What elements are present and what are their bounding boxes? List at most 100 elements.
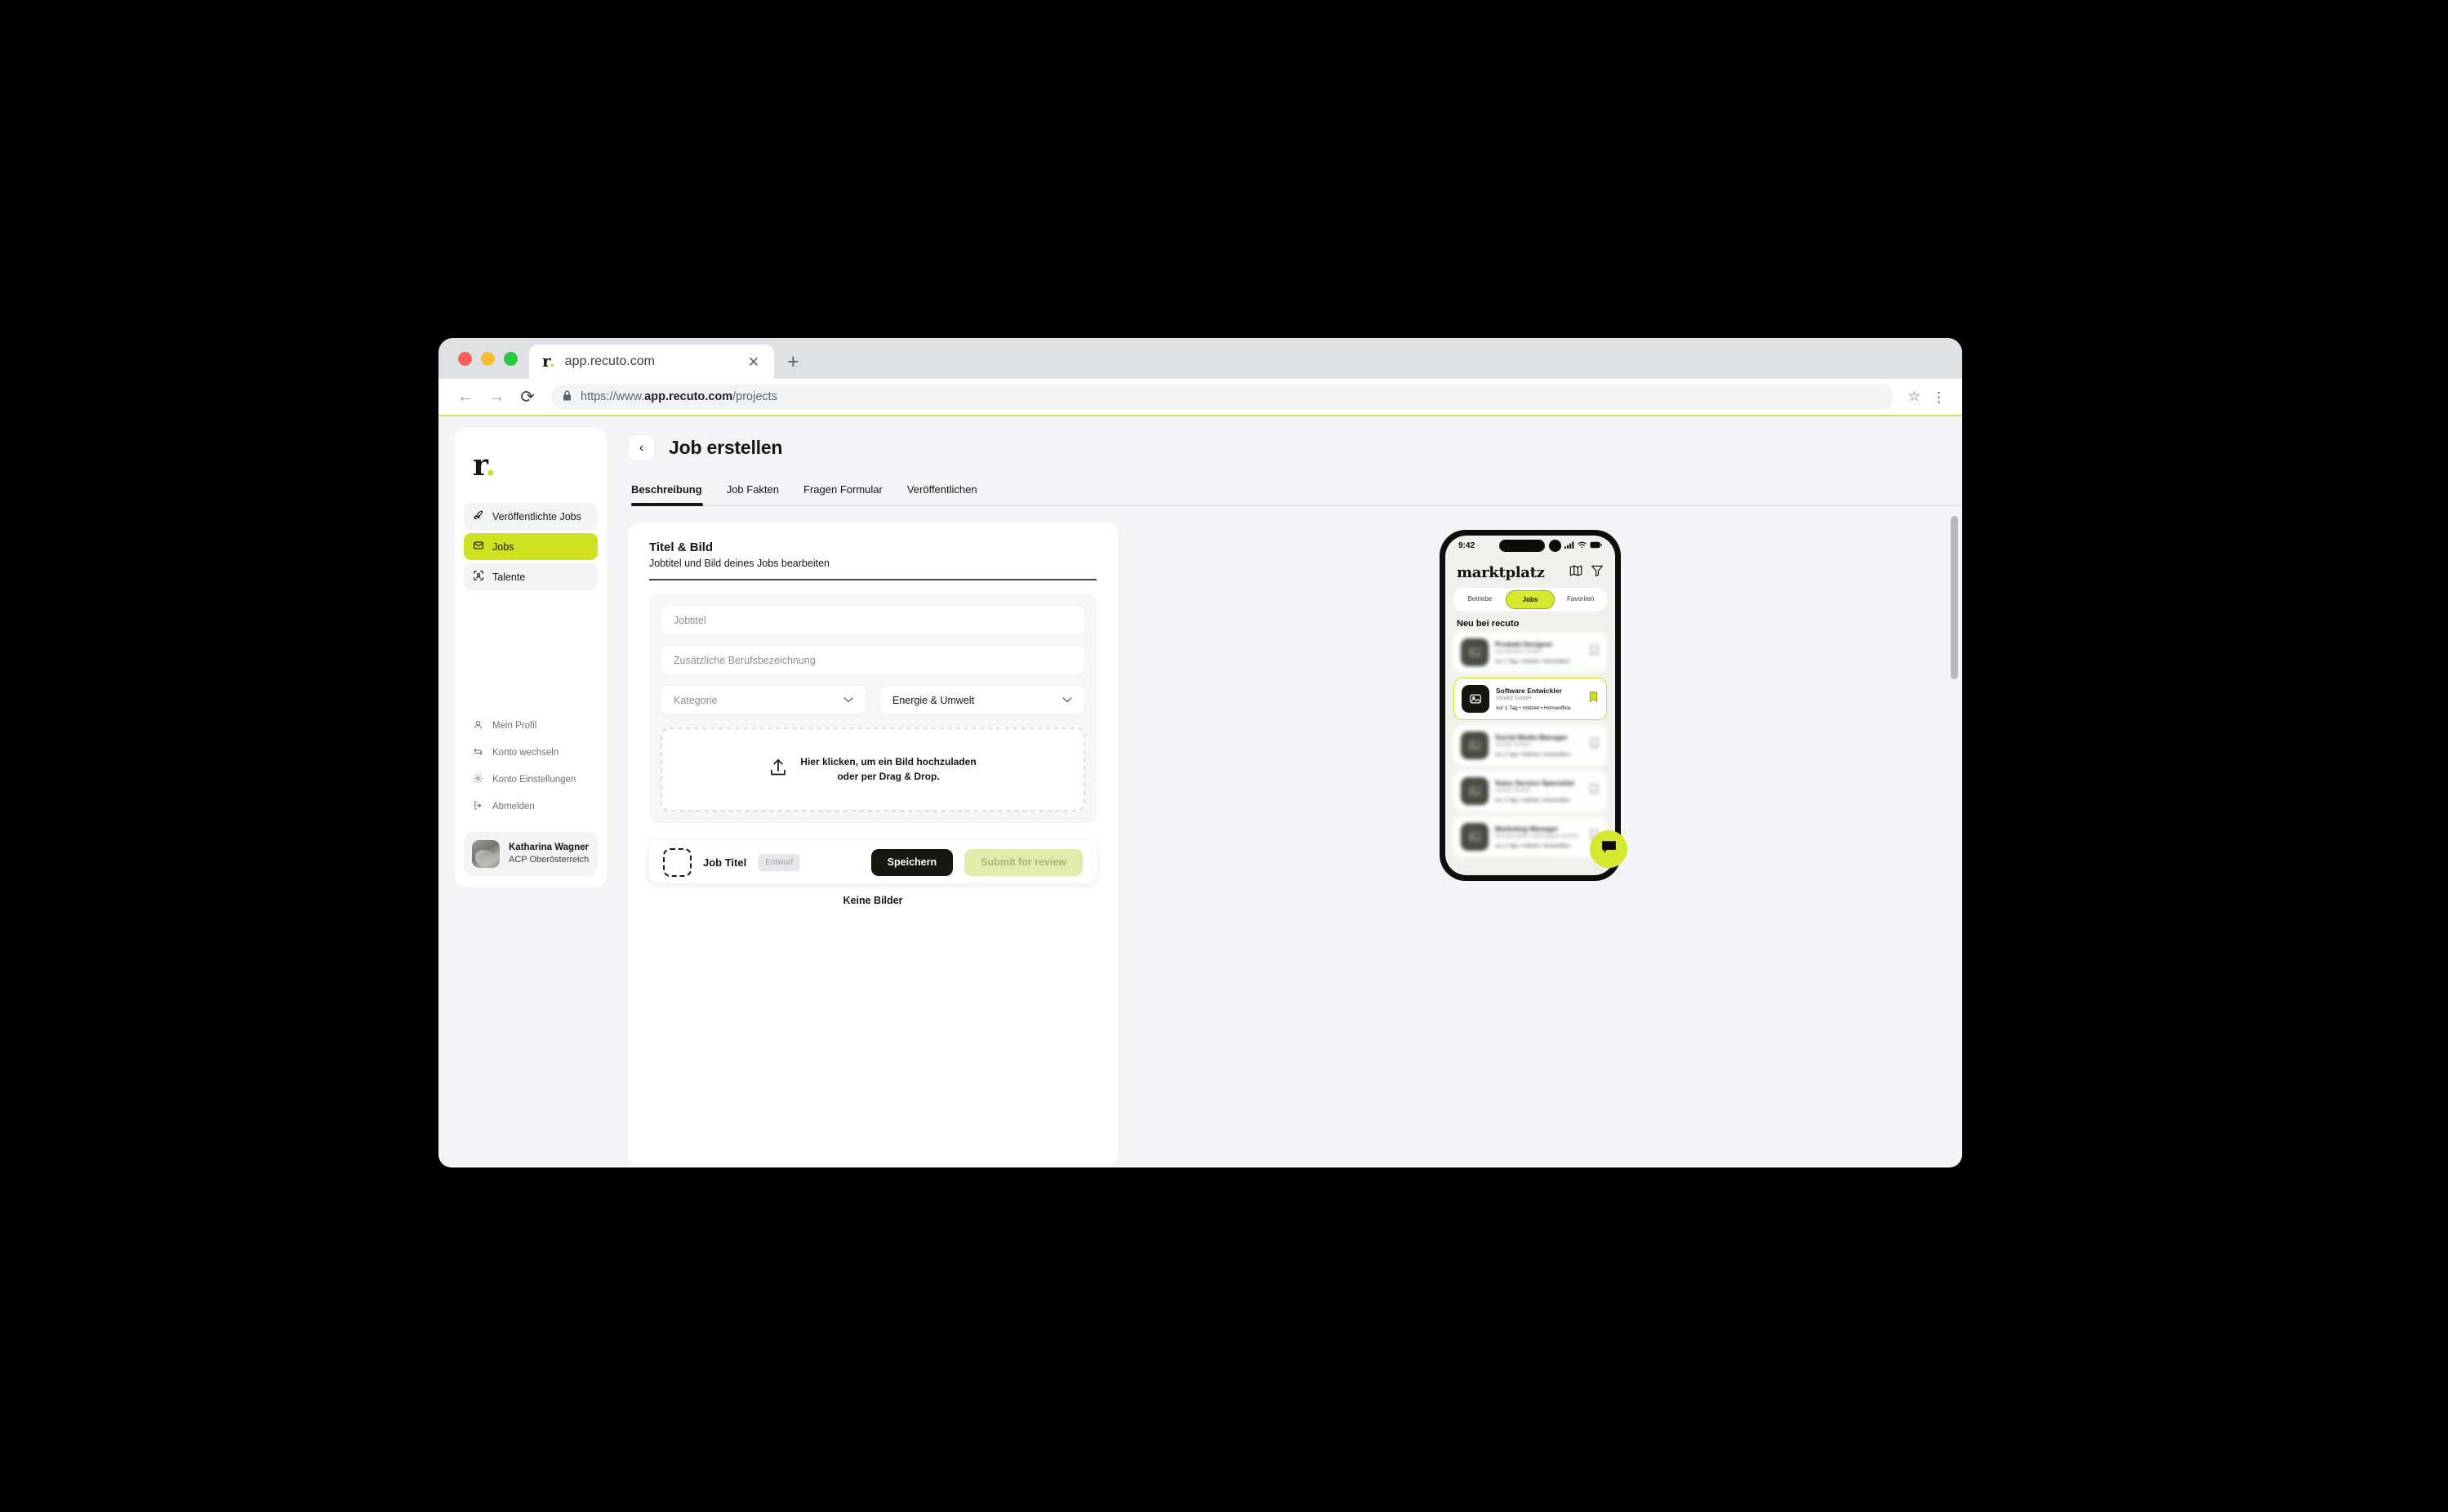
close-window-button[interactable] <box>458 351 472 366</box>
image-dropzone[interactable]: Hier klicken, um ein Bild hochzuladen od… <box>661 727 1085 812</box>
job-company: vondot GmbH <box>1495 742 1531 748</box>
chevron-down-icon <box>1062 696 1072 705</box>
segment-favoriten[interactable]: Favoriten <box>1556 590 1605 609</box>
page-tabs: Beschreibung Job Fakten Fragen Formular … <box>628 461 1962 506</box>
tab-job-fakten[interactable]: Job Fakten <box>727 483 779 506</box>
list-item[interactable]: Marketing Manager Wundersoftly Lebenspar… <box>1453 816 1607 857</box>
job-thumbnail-placeholder[interactable] <box>663 847 692 877</box>
main-content: ‹ Job erstellen Beschreibung Job Fakten … <box>607 416 1962 1166</box>
battery-icon <box>1590 541 1602 551</box>
phone-preview: 9:42 marktplatz Betriebe Jobs Favoriten … <box>1440 530 1627 881</box>
chevron-down-icon <box>843 696 853 705</box>
job-meta: vor 1 Tag • Vollzeit • Homeoffice <box>1495 752 1570 758</box>
job-title: Marketing Manager <box>1495 825 1559 833</box>
status-time: 9:42 <box>1458 541 1475 550</box>
job-meta: vor 1 Tag • Vollzeit • Homeoffice <box>1496 705 1571 711</box>
phone-app-bar: marktplatz <box>1445 556 1615 586</box>
job-meta: vor 1 Tag • Vollzeit • Homeoffice <box>1495 659 1570 665</box>
list-item[interactable]: Social Media Manager vondot GmbH vor 1 T… <box>1453 725 1607 766</box>
sidebar-item-konto-wechseln[interactable]: Konto wechseln <box>473 746 598 759</box>
job-thumbnail <box>1461 823 1489 851</box>
address-bar[interactable]: https://www.app.recuto.com/projects <box>551 385 1894 409</box>
job-title: Sales Service Specialist <box>1495 779 1574 787</box>
additional-job-title-input[interactable]: Zusätzliche Berufsbezeichnung <box>661 645 1085 675</box>
close-tab-icon[interactable]: ✕ <box>745 354 763 371</box>
page-scrollbar[interactable] <box>1951 516 1958 679</box>
new-tab-icon[interactable]: + <box>774 352 811 379</box>
inbox-icon <box>473 540 484 554</box>
back-icon[interactable]: ← <box>450 381 481 412</box>
sidebar-account-nav: Mein Profil Konto wechseln Konto Einstel… <box>455 719 607 813</box>
recuto-favicon: r. <box>542 351 555 371</box>
job-title-input[interactable]: Jobtitel <box>661 605 1085 635</box>
sidebar-subitem-label: Konto Einstellungen <box>492 775 576 785</box>
sidebar-item-veroeffentlichte-jobs[interactable]: Veröffentlichte Jobs <box>464 503 598 530</box>
segment-jobs[interactable]: Jobs <box>1505 590 1556 609</box>
maximize-window-button[interactable] <box>504 351 518 366</box>
tab-veroeffentlichen[interactable]: Veröffentlichen <box>907 483 977 506</box>
forward-icon[interactable]: → <box>481 381 512 412</box>
user-icon <box>473 719 483 732</box>
category-select[interactable]: Kategorie <box>661 685 866 715</box>
sidebar-item-mein-profil[interactable]: Mein Profil <box>473 719 598 732</box>
sidebar-subitem-label: Mein Profil <box>492 721 537 731</box>
upload-icon <box>769 758 787 781</box>
sidebar-item-talente[interactable]: Talente <box>464 563 598 590</box>
gear-icon <box>473 773 483 786</box>
sidebar: r. Veröffentlichte Jobs Jobs Talente Mei… <box>455 428 607 887</box>
phone-section-title: Neu bei recuto <box>1457 619 1520 629</box>
list-item[interactable]: Sales Service Specialist vondot GmbH vor… <box>1453 771 1607 812</box>
tab-fragen-formular[interactable]: Fragen Formular <box>803 483 883 506</box>
bookmark-star-icon[interactable]: ☆ <box>1902 389 1927 405</box>
bookmark-icon[interactable] <box>1589 737 1600 754</box>
sidebar-nav: Veröffentlichte Jobs Jobs Talente <box>455 503 607 590</box>
reload-icon[interactable]: ⟳ <box>512 381 543 412</box>
chat-bubble-icon <box>1600 838 1618 860</box>
user-organization: ACP Oberösterreich <box>509 855 590 865</box>
page-title: Job erstellen <box>669 437 783 458</box>
save-button[interactable]: Speichern <box>870 848 954 876</box>
bookmark-icon[interactable] <box>1589 644 1600 660</box>
browser-menu-icon[interactable]: ⋮ <box>1927 390 1951 404</box>
status-badge: Entwurf <box>758 853 801 871</box>
form-panel: Jobtitel Zusätzliche Berufsbezeichnung K… <box>649 594 1097 823</box>
browser-tab[interactable]: r. app.recuto.com ✕ <box>529 345 774 379</box>
industry-select[interactable]: Energie & Umwelt <box>879 685 1085 715</box>
sidebar-item-konto-einstellungen[interactable]: Konto Einstellungen <box>473 773 598 786</box>
chat-support-button[interactable] <box>1590 830 1627 868</box>
category-select-value: Kategorie <box>674 694 718 706</box>
dynamic-island <box>1499 540 1561 552</box>
job-title-label: Job Titel <box>703 856 747 869</box>
user-name: Katharina Wagner <box>509 842 589 852</box>
dropzone-line-2: oder per Drag & Drop. <box>837 770 940 782</box>
map-icon[interactable] <box>1569 564 1582 581</box>
job-company: wundertbar GmbH <box>1495 649 1542 655</box>
list-item[interactable]: Software Entwickler vondot GmbH vor 1 Ta… <box>1453 678 1607 720</box>
browser-window: r. app.recuto.com ✕ + ← → ⟳ https://www.… <box>438 338 1962 1167</box>
content-area: Titel & Bild Jobtitel und Bild deines Jo… <box>607 523 1962 1166</box>
back-button[interactable]: ‹ <box>628 434 655 461</box>
sidebar-subitem-label: Konto wechseln <box>492 748 559 758</box>
user-account-card[interactable]: Katharina Wagner ACP Oberösterreich <box>464 832 598 876</box>
bookmark-icon[interactable] <box>1589 783 1600 799</box>
sidebar-item-label: Talente <box>492 571 526 583</box>
sidebar-item-abmelden[interactable]: Abmelden <box>473 800 598 813</box>
job-title: Social Media Manager <box>1495 733 1568 741</box>
job-thumbnail <box>1461 777 1489 805</box>
submit-for-review-button: Submit for review <box>964 848 1083 876</box>
logout-icon <box>473 800 483 813</box>
lock-icon <box>563 390 572 403</box>
card-title: Titel & Bild <box>649 540 714 554</box>
browser-tabstrip: r. app.recuto.com ✕ + <box>438 338 1962 379</box>
sidebar-item-jobs[interactable]: Jobs <box>464 533 598 560</box>
segment-betriebe[interactable]: Betriebe <box>1456 590 1504 609</box>
bookmark-icon[interactable] <box>1588 691 1599 707</box>
list-item[interactable]: Produkt Designer wundertbar GmbH vor 1 T… <box>1453 632 1607 673</box>
job-action-bar: Job Titel Entwurf Speichern Submit for r… <box>649 841 1097 883</box>
avatar <box>472 840 500 868</box>
page-header: ‹ Job erstellen Beschreibung Job Fakten … <box>607 416 1962 506</box>
filter-icon[interactable] <box>1591 564 1604 581</box>
marketplace-title: marktplatz <box>1457 564 1545 581</box>
minimize-window-button[interactable] <box>481 351 495 366</box>
phone-job-list: Produkt Designer wundertbar GmbH vor 1 T… <box>1445 632 1615 857</box>
